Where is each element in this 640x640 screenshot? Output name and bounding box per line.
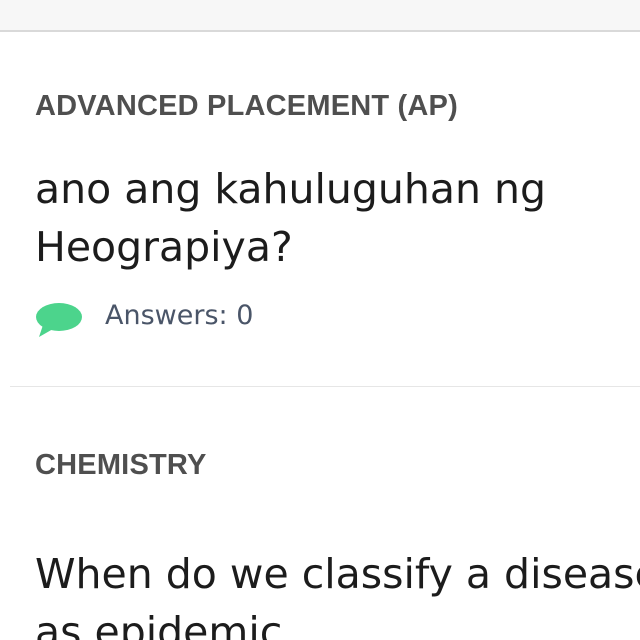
question-card[interactable]: ADVANCED PLACEMENT (AP) ano ang kahulugu… [0, 32, 640, 387]
answers-count: Answers: 0 [105, 300, 254, 331]
answers-row[interactable]: Answers: 0 [35, 294, 435, 338]
question-card[interactable]: CHEMISTRY When do we classify a disease … [0, 387, 640, 640]
question-feed: ADVANCED PLACEMENT (AP) ano ang kahulugu… [0, 32, 640, 640]
top-bar [0, 0, 640, 32]
question-text[interactable]: When do we classify a disease as epidemi… [35, 545, 640, 640]
question-text[interactable]: ano ang kahuluguhan ng Heograpiya? [35, 160, 640, 276]
chat-bubble-icon [36, 303, 82, 337]
subject-label: ADVANCED PLACEMENT (AP) [35, 90, 458, 122]
subject-label: CHEMISTRY [35, 449, 207, 481]
